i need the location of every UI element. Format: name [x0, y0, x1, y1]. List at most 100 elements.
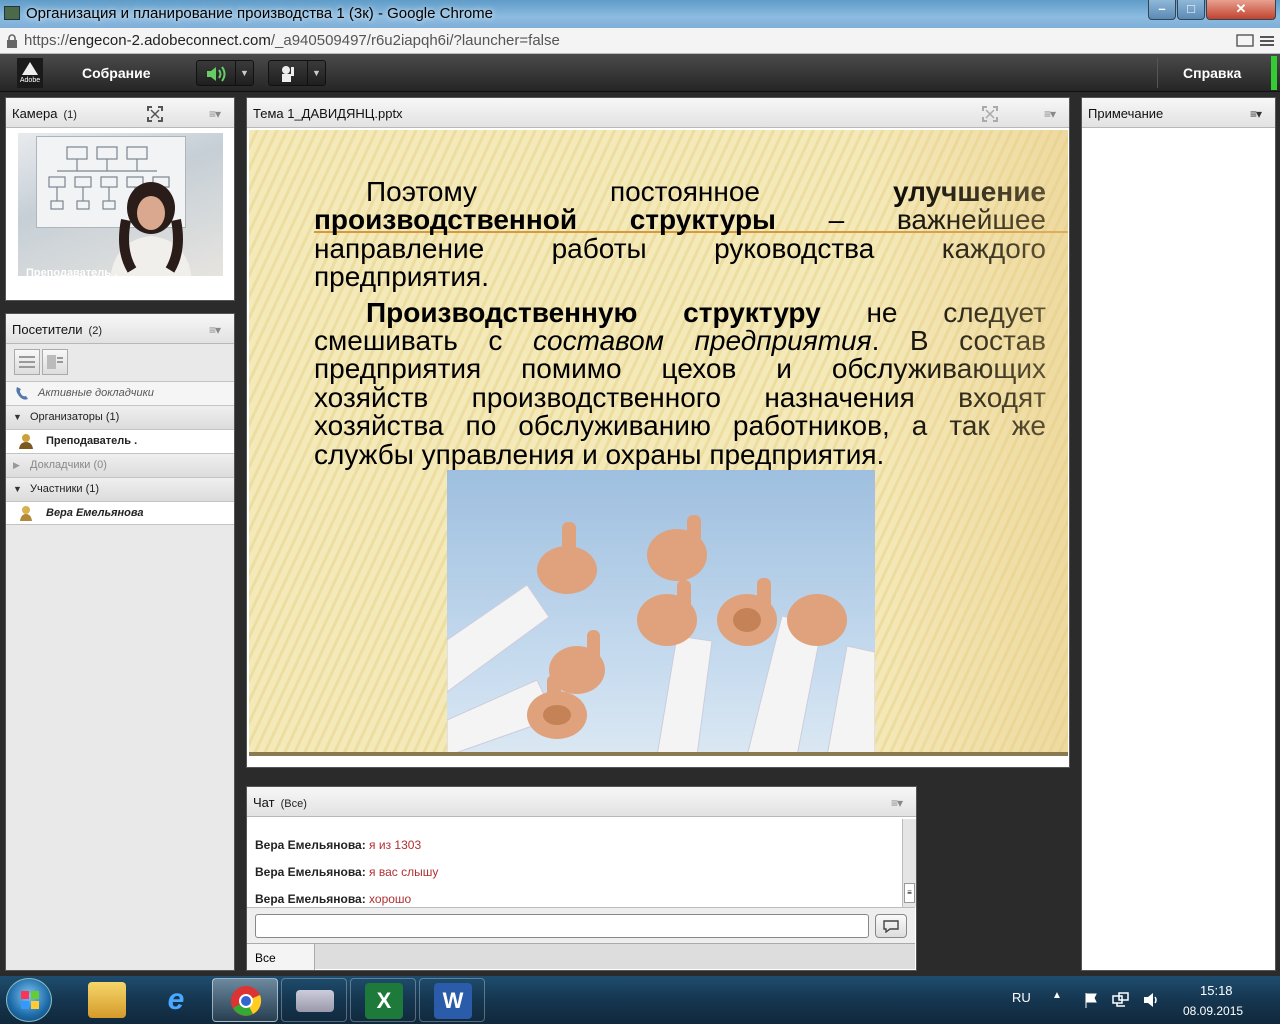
- camera-video: Преподаватель .: [18, 133, 223, 276]
- slide-line-6: смешивать с составом предприятия. В сост…: [314, 325, 1047, 356]
- raise-hand-icon: [282, 66, 294, 82]
- host-user-icon: [19, 434, 33, 449]
- active-speakers-row: Активные докладчики: [6, 381, 234, 405]
- scroll-thumb[interactable]: ≡: [904, 883, 915, 903]
- taskbar-excel[interactable]: X: [350, 978, 416, 1022]
- pod-options-icon[interactable]: ≡▾: [1250, 107, 1262, 121]
- send-button[interactable]: [875, 914, 907, 938]
- chat-message: Вера Емельянова: я из 1303: [255, 838, 422, 852]
- taskbar: e X W RU ▲ 15:18 08.09.2015: [0, 976, 1280, 1024]
- chat-message: Вера Емельянова: я вас слышу: [255, 865, 439, 879]
- pod-header: Тема 1_ДАВИДЯНЦ.pptx ≡▾: [247, 98, 1069, 128]
- pod-header: Камера (1) ≡▾: [6, 98, 234, 128]
- thumbs-up-photo: [447, 470, 875, 752]
- adobe-logo: Adobe: [17, 58, 43, 88]
- phone-icon: [16, 387, 28, 400]
- role-view-button[interactable]: [42, 349, 68, 375]
- volume-icon[interactable]: [1142, 992, 1160, 1008]
- maximize-button[interactable]: □: [1177, 0, 1205, 20]
- speaker-icon: [207, 66, 226, 82]
- attendees-pod: Посетители (2) ≡▾ Активные докладчики ▼ О…: [5, 313, 235, 971]
- chat-tabs: Все: [247, 943, 915, 970]
- chevron-down-icon[interactable]: ▼: [307, 61, 325, 85]
- list-view-button[interactable]: [14, 349, 40, 375]
- address-bar[interactable]: https://engecon-2.adobeconnect.com/_a940…: [0, 28, 1280, 54]
- chevron-down-icon[interactable]: ▼: [235, 61, 253, 85]
- pod-options-icon[interactable]: ≡▾: [891, 796, 903, 810]
- close-button[interactable]: ✕: [1206, 0, 1276, 20]
- start-button[interactable]: [6, 978, 52, 1022]
- slide-line-7: предприятия помимо цехов и обслуживающих: [314, 353, 1046, 384]
- pod-title: Примечание: [1088, 106, 1164, 121]
- help-menu[interactable]: Справка: [1183, 65, 1241, 81]
- windows-logo-icon: [21, 991, 39, 1009]
- connect-toolbar: Adobe Собрание ▼ ▼ Справка: [0, 54, 1280, 92]
- clock-time[interactable]: 15:18: [1200, 983, 1233, 998]
- camera-pod: Камера (1) ≡▾ Преподаватель .: [5, 97, 235, 301]
- word-icon: W: [434, 983, 472, 1019]
- attendee-item[interactable]: Преподаватель .: [6, 429, 234, 453]
- group-participants[interactable]: ▼ Участники (1): [6, 477, 234, 501]
- pod-options-icon[interactable]: ≡▾: [209, 323, 221, 337]
- presenter-label: Преподаватель .: [26, 267, 118, 276]
- slide-line-9: хозяйства по обслуживанию работников, а …: [314, 410, 1046, 441]
- window-title-bar[interactable]: Организация и планирование производства …: [0, 0, 1280, 28]
- menu-icon[interactable]: [1258, 33, 1276, 49]
- note-content-area[interactable]: [1082, 129, 1275, 970]
- network-icon[interactable]: [1112, 992, 1130, 1008]
- user-card-icon: [47, 355, 63, 369]
- action-center-flag-icon[interactable]: [1083, 992, 1099, 1008]
- collapsed-triangle-icon[interactable]: ▶: [13, 460, 20, 471]
- attendee-item[interactable]: Вера Емельянова: [6, 501, 234, 525]
- taskbar-word[interactable]: W: [419, 978, 485, 1022]
- speaker-button[interactable]: ▼: [196, 60, 254, 86]
- tab-everyone[interactable]: Все: [247, 944, 315, 970]
- taskbar-keyboard[interactable]: [281, 978, 347, 1022]
- language-indicator[interactable]: RU: [1012, 990, 1031, 1005]
- thumbs-up-illustration: [447, 515, 875, 752]
- participant-user-icon: [20, 506, 32, 521]
- view-switcher: [14, 349, 70, 375]
- status-button[interactable]: ▼: [268, 60, 326, 86]
- group-organizers[interactable]: ▼ Организаторы (1): [6, 405, 234, 429]
- show-hidden-icons-icon[interactable]: ▲: [1052, 990, 1062, 1001]
- chat-input[interactable]: [255, 914, 869, 938]
- pod-title: Камера (1): [12, 106, 77, 121]
- connection-status-indicator: [1271, 56, 1277, 90]
- taskbar-internet-explorer[interactable]: e: [143, 978, 209, 1022]
- slide-line-10: службы управления и охраны предприятия.: [314, 439, 885, 470]
- group-presenters[interactable]: ▶ Докладчики (0): [6, 453, 234, 477]
- internet-explorer-icon: e: [167, 983, 185, 1016]
- taskbar-explorer[interactable]: [74, 978, 140, 1022]
- cast-icon[interactable]: [1236, 34, 1254, 48]
- app-icon: [4, 6, 20, 20]
- chat-scrollbar[interactable]: ≡: [902, 819, 916, 907]
- folder-icon: [88, 982, 126, 1018]
- fullscreen-icon[interactable]: [982, 106, 998, 122]
- clock-date[interactable]: 08.09.2015: [1183, 1004, 1243, 1018]
- pod-options-icon[interactable]: ≡▾: [1044, 107, 1056, 121]
- url-text[interactable]: https://engecon-2.adobeconnect.com/_a940…: [24, 32, 560, 49]
- slide-line-4: предприятия.: [314, 261, 489, 292]
- list-icon: [19, 356, 35, 368]
- taskbar-chrome[interactable]: [212, 978, 278, 1022]
- slide-line-1: Поэтому постоянное улучшение: [366, 176, 1046, 207]
- divider: [1157, 58, 1158, 88]
- expand-triangle-icon[interactable]: ▼: [13, 412, 22, 422]
- note-pod: Примечание ≡▾: [1081, 97, 1276, 971]
- minimize-button[interactable]: –: [1148, 0, 1176, 20]
- chat-input-row: [247, 907, 915, 943]
- slide-line-5: Производственную структуру не следует: [366, 297, 1046, 328]
- lock-icon: [7, 34, 17, 48]
- expand-triangle-icon[interactable]: ▼: [13, 484, 22, 494]
- meeting-menu[interactable]: Собрание: [82, 65, 151, 81]
- pod-header: Примечание ≡▾: [1082, 98, 1275, 128]
- presenter-figure: [110, 182, 192, 276]
- pod-header: Чат (Все) ≡▾: [247, 787, 916, 817]
- excel-icon: X: [365, 983, 403, 1019]
- presentation-slide: Поэтому постоянное улучшение производств…: [249, 130, 1068, 756]
- chat-message: Вера Емельянова: хорошо: [255, 892, 412, 906]
- fullscreen-icon[interactable]: [147, 106, 163, 122]
- pod-options-icon[interactable]: ≡▾: [209, 107, 221, 121]
- pod-header: Посетители (2) ≡▾: [6, 314, 234, 344]
